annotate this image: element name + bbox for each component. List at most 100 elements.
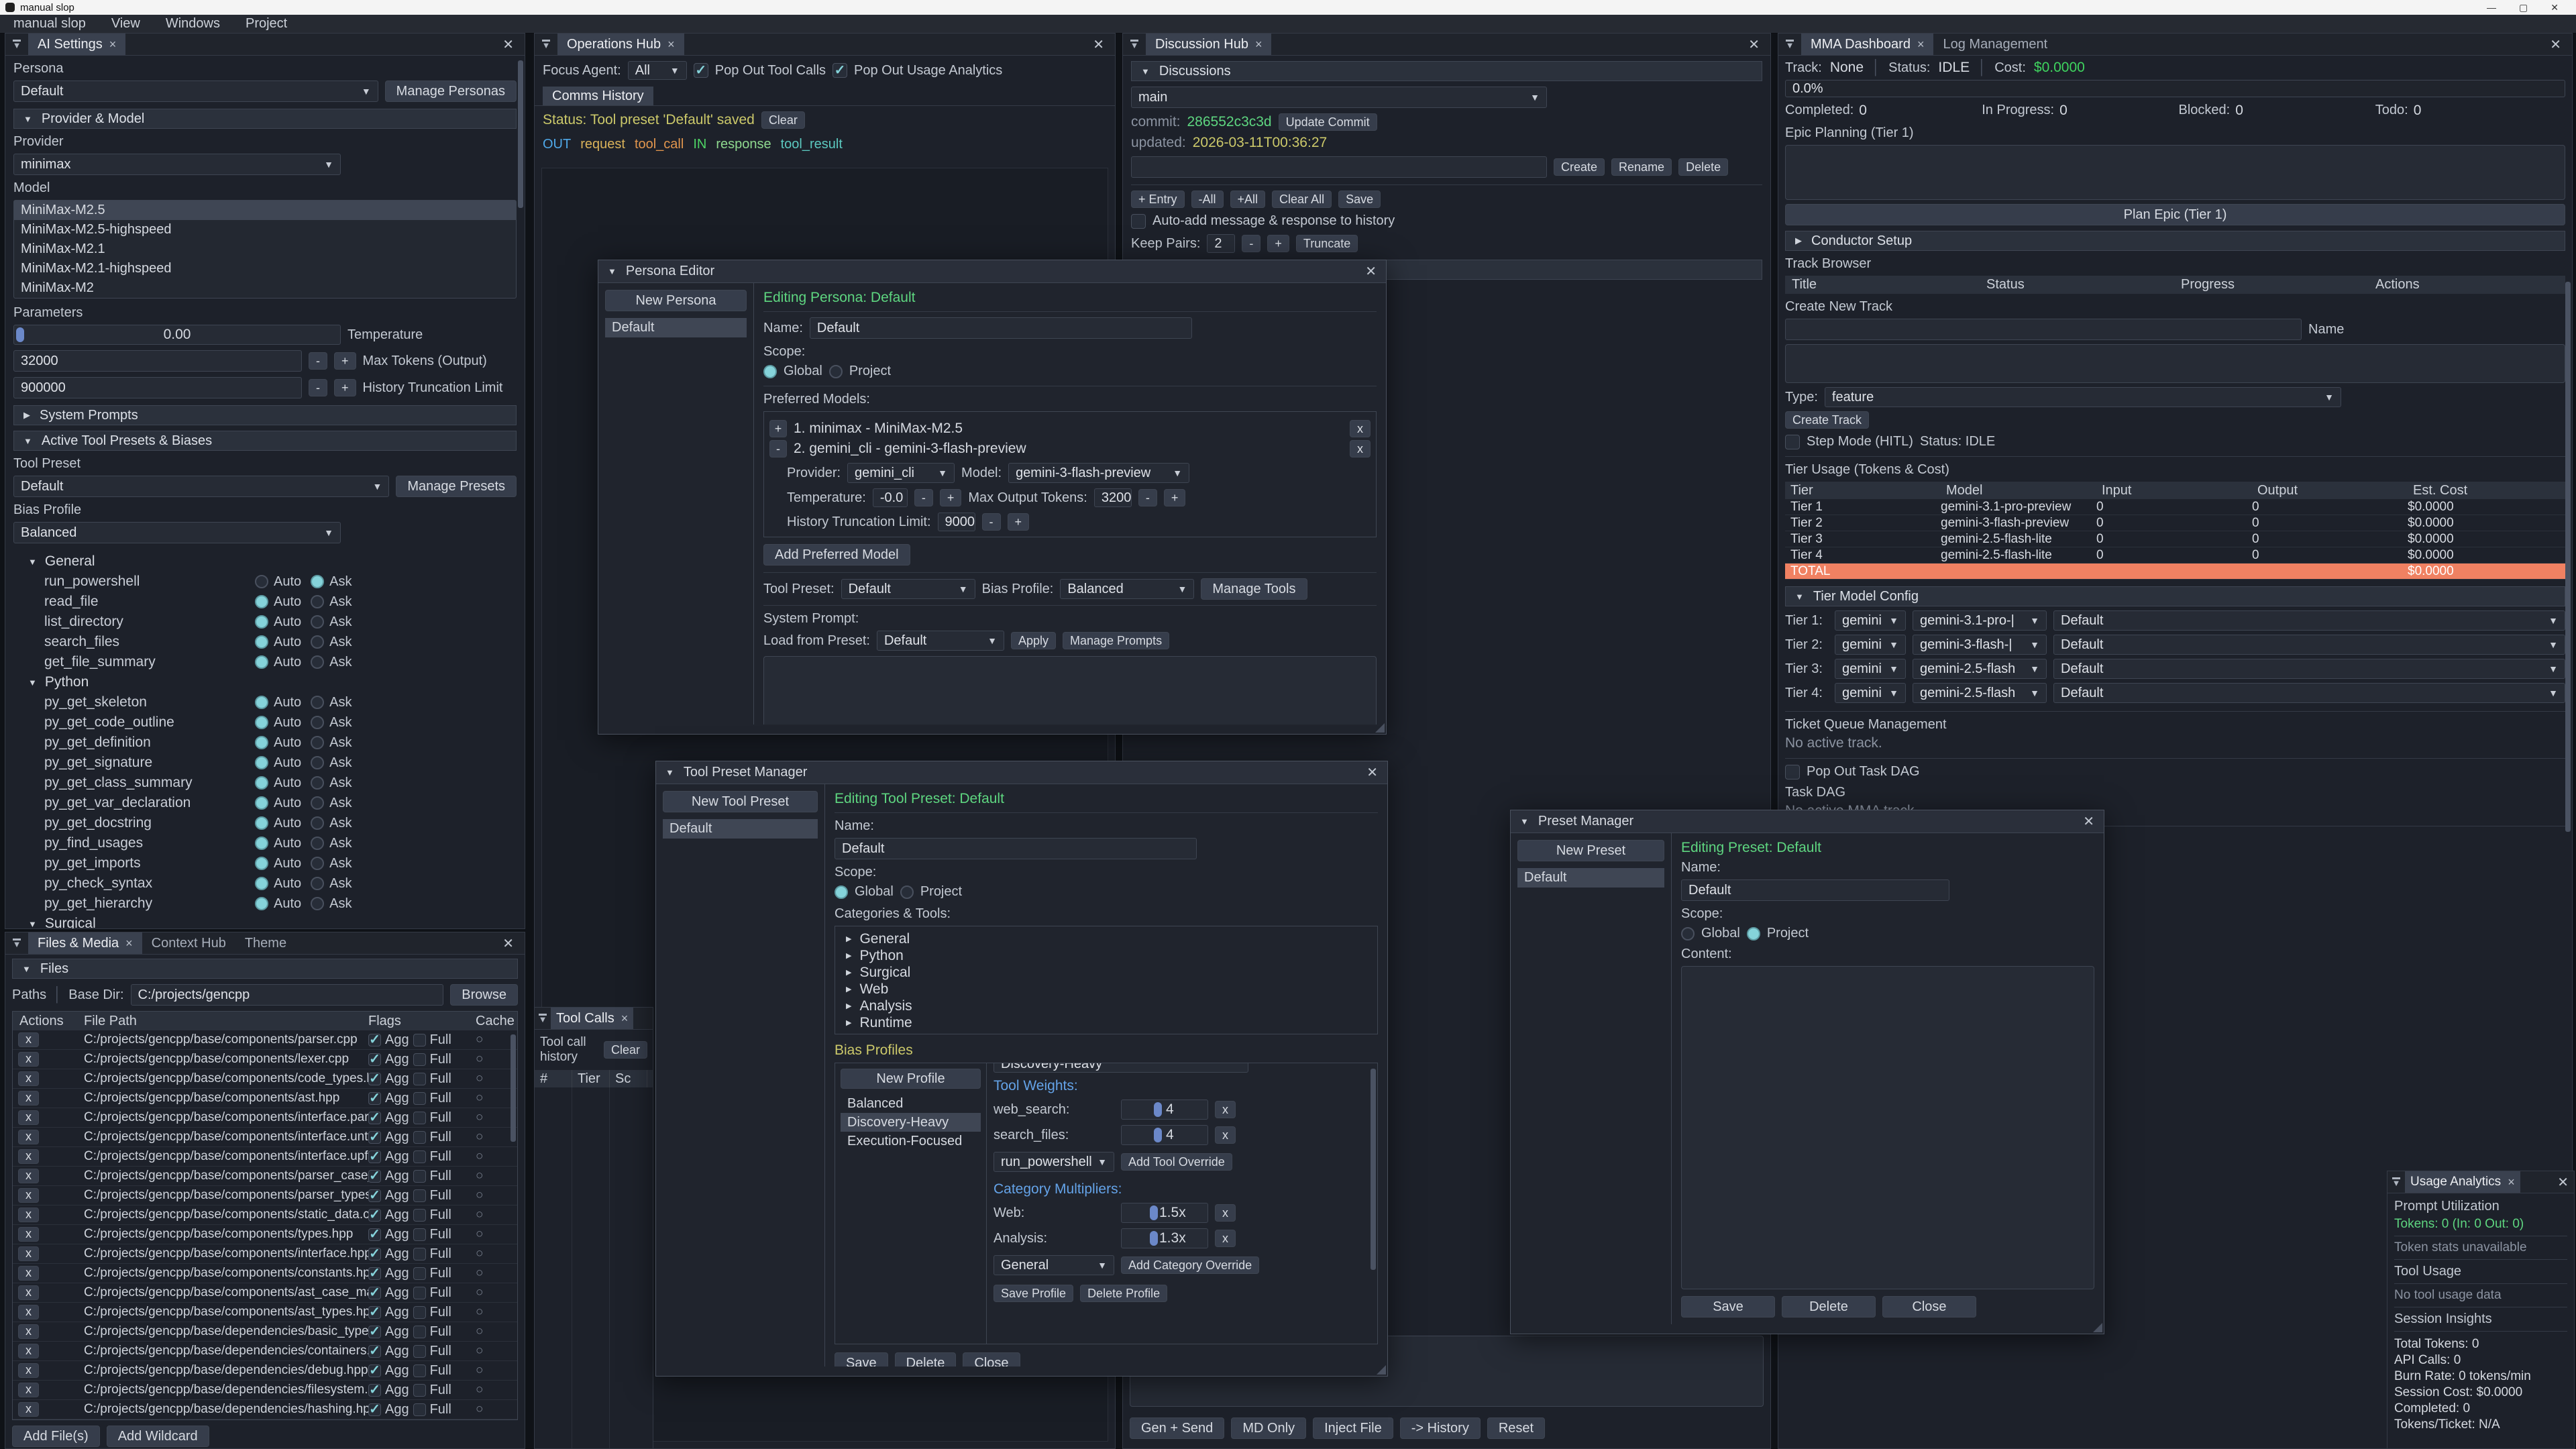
global-radio[interactable] — [1681, 927, 1695, 941]
manage-prompts-button[interactable]: Manage Prompts — [1063, 632, 1169, 649]
ask-radio[interactable]: Ask — [311, 896, 352, 912]
slider-handle[interactable] — [1154, 1128, 1162, 1142]
close-icon[interactable]: ✕ — [1366, 764, 1378, 781]
ask-radio[interactable]: Ask — [311, 816, 352, 831]
category-node[interactable]: ▶ Web — [841, 981, 1372, 998]
ask-radio[interactable]: Ask — [311, 856, 352, 871]
auto-radio[interactable]: Auto — [255, 594, 301, 610]
tier-persona-select[interactable]: Default▼ — [2053, 635, 2565, 655]
ask-radio[interactable]: Ask — [311, 635, 352, 650]
agg-checkbox[interactable]: ✓ — [368, 1384, 381, 1397]
model-list-item[interactable]: MiniMax-M2.1-highspeed — [14, 259, 516, 278]
provider-select[interactable]: minimax▼ — [13, 154, 341, 175]
tab-log-management[interactable]: Log Management — [1933, 34, 2057, 55]
temperature-slider[interactable]: 0.00 — [13, 325, 341, 345]
panel-close-icon[interactable]: ✕ — [492, 34, 525, 55]
composer-button[interactable]: Gen + Send — [1130, 1417, 1224, 1439]
auto-radio[interactable]: Auto — [255, 614, 301, 630]
hist-plus-button[interactable]: + — [1008, 513, 1030, 531]
tier-model-select[interactable]: gemini-3-flash-|▼ — [1913, 635, 2047, 655]
maxout-plus-button[interactable]: + — [1164, 489, 1186, 506]
table-row[interactable]: x C:/projects/gencpp/base/components/par… — [13, 1167, 517, 1186]
full-checkbox[interactable]: ✓ — [413, 1248, 426, 1260]
remove-file-button[interactable]: x — [18, 1052, 39, 1067]
ask-radio[interactable]: Ask — [311, 574, 352, 590]
clear-button[interactable]: Clear — [761, 111, 805, 129]
tier-provider-select[interactable]: gemini▼ — [1835, 683, 1906, 703]
agg-checkbox[interactable]: ✓ — [368, 1287, 381, 1299]
ask-radio[interactable]: Ask — [311, 775, 352, 791]
remove-weight-button[interactable]: x — [1215, 1126, 1236, 1144]
tier-provider-select[interactable]: gemini▼ — [1835, 635, 1906, 655]
composer-button[interactable]: MD Only — [1231, 1417, 1306, 1439]
tool-row[interactable]: ▼ get_file_summary Auto Ask — [13, 652, 517, 672]
provider-model-section[interactable]: ▼Provider & Model — [13, 109, 517, 129]
agg-checkbox[interactable]: ✓ — [368, 1150, 381, 1163]
tab-files-media[interactable]: Files & Media× — [28, 932, 142, 954]
pref-maxout-input[interactable]: 32000 — [1094, 488, 1132, 507]
resize-grip[interactable] — [1377, 1365, 1386, 1375]
auto-radio[interactable]: Auto — [255, 775, 301, 791]
table-row[interactable]: x C:/projects/gencpp/base/components/ast… — [13, 1303, 517, 1322]
entry-button[interactable]: Save — [1338, 191, 1381, 208]
dock-icon[interactable]: ▼ — [1123, 34, 1146, 55]
persona-select[interactable]: Default▼ — [13, 80, 378, 102]
composer-button[interactable]: -> History — [1400, 1417, 1481, 1439]
agg-checkbox[interactable]: ✓ — [368, 1092, 381, 1105]
create-button[interactable]: Create — [1554, 158, 1605, 176]
remove-file-button[interactable]: x — [18, 1032, 39, 1047]
full-checkbox[interactable]: ✓ — [413, 1287, 426, 1299]
clear-button[interactable]: Clear — [604, 1041, 647, 1059]
close-icon[interactable]: × — [1917, 38, 1925, 52]
load-preset-select[interactable]: Default▼ — [877, 631, 1004, 651]
table-row[interactable]: x C:/projects/gencpp/base/dependencies/d… — [13, 1361, 517, 1381]
panel-close-icon[interactable]: ✕ — [1737, 34, 1770, 55]
basedir-input[interactable]: C:/projects/gencpp — [131, 984, 444, 1006]
table-row[interactable]: x C:/projects/gencpp/base/components/int… — [13, 1108, 517, 1128]
persona-list-item[interactable]: Default — [605, 318, 747, 337]
close-dialog-button[interactable]: Close — [1882, 1296, 1976, 1318]
table-row[interactable]: x C:/projects/gencpp/base/components/ast… — [13, 1089, 517, 1108]
remove-model-button[interactable]: x — [1350, 420, 1371, 437]
ask-radio[interactable]: Ask — [311, 594, 352, 610]
entry-button[interactable]: +All — [1230, 191, 1266, 208]
new-persona-button[interactable]: New Persona — [605, 290, 747, 311]
ask-radio[interactable]: Ask — [311, 655, 352, 670]
agg-checkbox[interactable]: ✓ — [368, 1326, 381, 1338]
tab-mma-dashboard[interactable]: MMA Dashboard× — [1801, 34, 1933, 55]
popout-dag-checkbox[interactable]: ✓ — [1785, 765, 1800, 780]
remove-file-button[interactable]: x — [18, 1285, 39, 1300]
dlg-tool-preset-select[interactable]: Default▼ — [841, 579, 975, 599]
tool-row[interactable]: ▼ py_get_signature Auto Ask — [13, 753, 517, 773]
full-checkbox[interactable]: ✓ — [413, 1150, 426, 1163]
persona-editor-titlebar[interactable]: ▼ Persona Editor ✕ — [598, 260, 1386, 283]
table-row[interactable]: x C:/projects/gencpp/base/dependencies/c… — [13, 1342, 517, 1361]
save-button[interactable]: Save — [835, 1352, 888, 1366]
panel-close-icon[interactable]: ✕ — [1082, 34, 1115, 55]
ask-radio[interactable]: Ask — [311, 735, 352, 751]
remove-file-button[interactable]: x — [18, 1208, 39, 1222]
remove-multiplier-button[interactable]: x — [1215, 1204, 1236, 1222]
dock-icon[interactable]: ▼ — [5, 932, 28, 954]
tool-row[interactable]: ▼ list_directory Auto Ask — [13, 612, 517, 632]
epic-planning-input[interactable] — [1785, 145, 2565, 200]
manage-tools-button[interactable]: Manage Tools — [1201, 578, 1307, 600]
remove-file-button[interactable]: x — [18, 1383, 39, 1397]
ask-radio[interactable]: Ask — [311, 715, 352, 731]
tool-row[interactable]: ▼ General Auto Ask — [13, 551, 517, 572]
profile-name-input[interactable]: Discovery-Heavy — [994, 1063, 1248, 1073]
focus-agent-select[interactable]: All▼ — [628, 61, 687, 80]
remove-file-button[interactable]: x — [18, 1188, 39, 1203]
tool-row[interactable]: ▼ py_get_docstring Auto Ask — [13, 813, 517, 833]
full-checkbox[interactable]: ✓ — [413, 1209, 426, 1222]
tier-provider-select[interactable]: gemini▼ — [1835, 659, 1906, 679]
full-checkbox[interactable]: ✓ — [413, 1170, 426, 1183]
agg-checkbox[interactable]: ✓ — [368, 1267, 381, 1280]
tool-row[interactable]: ▼ search_files Auto Ask — [13, 632, 517, 652]
auto-radio[interactable]: Auto — [255, 574, 301, 590]
full-checkbox[interactable]: ✓ — [413, 1034, 426, 1046]
remove-file-button[interactable]: x — [18, 1305, 39, 1320]
category-node[interactable]: ▶ Runtime — [841, 1014, 1372, 1031]
auto-radio[interactable]: Auto — [255, 816, 301, 831]
category-node[interactable]: ▶ Surgical — [841, 964, 1372, 981]
